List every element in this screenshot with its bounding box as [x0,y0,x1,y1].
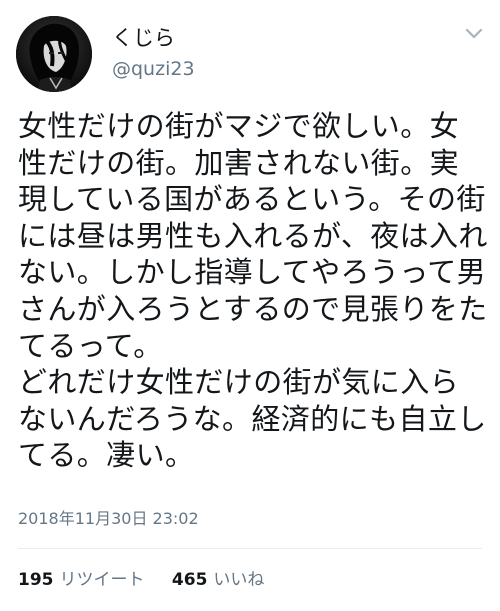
divider [18,548,482,549]
retweets-label: リツイート [59,570,145,590]
likes-stat[interactable]: 465 いいね [172,570,265,590]
retweets-count: 195 [18,570,54,590]
retweets-stat[interactable]: 195 リツイート [18,570,150,590]
tweet: くじら @quzi23 女性だけの街がマジで欲しい。女性だけの街。加害されない街… [0,0,500,611]
tweet-header: くじら @quzi23 [16,12,484,92]
likes-label: いいね [213,570,265,590]
user-handle[interactable]: @quzi23 [112,58,195,80]
tweet-text: 女性だけの街がマジで欲しい。女性だけの街。加害されない街。実現している国があると… [18,109,488,473]
avatar[interactable] [16,16,92,92]
avatar-image [16,16,92,92]
display-name[interactable]: くじら [112,26,175,50]
chevron-down-icon[interactable] [464,26,484,40]
tweet-stats: 195 リツイート 465 いいね [18,570,264,590]
likes-count: 465 [171,570,208,590]
tweet-timestamp[interactable]: 2018年11月30日 23:02 [18,509,199,529]
